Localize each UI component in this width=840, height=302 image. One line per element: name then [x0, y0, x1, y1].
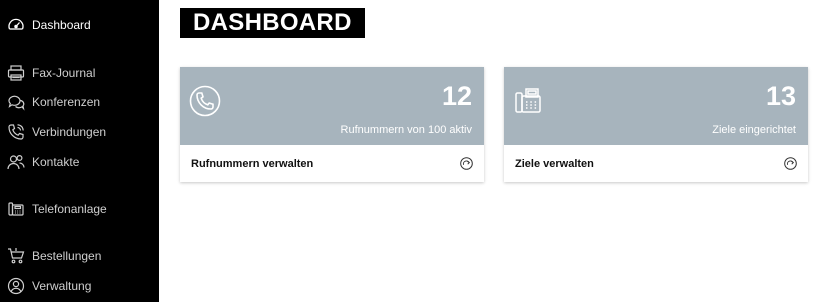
chat-bubbles-icon	[7, 93, 25, 111]
sidebar-item-label: Kontakte	[32, 155, 80, 169]
sidebar-item-dashboard[interactable]: Dashboard	[0, 12, 159, 38]
sidebar-item-label: Telefonanlage	[32, 202, 107, 216]
rufnummern-verwalten-link[interactable]: Rufnummern verwalten	[180, 145, 484, 182]
sidebar-item-fax-journal[interactable]: Fax-Journal	[0, 60, 159, 86]
phone-system-icon	[7, 200, 25, 218]
card-header: 13 Ziele eingerichtet	[504, 67, 808, 145]
speedometer-icon	[7, 16, 25, 34]
card-ziele: 13 Ziele eingerichtet Ziele verwalten	[504, 67, 808, 182]
arrow-circle-icon[interactable]	[460, 157, 473, 170]
sidebar-item-kontakte[interactable]: Kontakte	[0, 149, 159, 175]
sidebar-item-label: Dashboard	[32, 18, 91, 32]
card-count: 13	[765, 81, 796, 111]
phone-icon	[189, 85, 221, 117]
user-circle-icon	[7, 277, 25, 295]
sidebar-item-label: Bestellungen	[32, 249, 102, 263]
cart-icon	[7, 247, 25, 265]
fax-icon	[7, 64, 25, 82]
sidebar-item-bestellungen[interactable]: Bestellungen	[0, 243, 159, 269]
desk-phone-icon	[513, 85, 545, 117]
card-subtitle: Rufnummern von 100 aktiv	[340, 124, 472, 136]
main-content: DASHBOARD 12 Rufnummern von 100 aktiv Ru…	[159, 0, 840, 302]
sidebar-item-verwaltung[interactable]: Verwaltung	[0, 273, 159, 299]
sidebar-item-verbindungen[interactable]: Verbindungen	[0, 119, 159, 145]
sidebar-item-konferenzen[interactable]: Konferenzen	[0, 89, 159, 115]
sidebar-item-label: Fax-Journal	[32, 66, 96, 80]
sidebar-item-telefonanlage[interactable]: Telefonanlage	[0, 196, 159, 222]
page-title: DASHBOARD	[180, 8, 365, 38]
sidebar: Dashboard Fax-Journal Konferenzen Verbin…	[0, 0, 159, 302]
sidebar-item-label: Verwaltung	[32, 279, 92, 293]
phone-icon	[7, 123, 25, 141]
card-count: 12	[441, 81, 472, 111]
sidebar-item-label: Verbindungen	[32, 125, 107, 139]
ziele-verwalten-link[interactable]: Ziele verwalten	[504, 145, 808, 182]
card-action-label: Ziele verwalten	[515, 157, 594, 170]
card-header: 12 Rufnummern von 100 aktiv	[180, 67, 484, 145]
arrow-circle-icon[interactable]	[784, 157, 797, 170]
card-subtitle: Ziele eingerichtet	[712, 124, 796, 136]
contacts-icon	[7, 153, 25, 171]
app-root: Dashboard Fax-Journal Konferenzen Verbin…	[0, 0, 840, 302]
sidebar-item-label: Konferenzen	[32, 95, 101, 109]
card-rufnummern: 12 Rufnummern von 100 aktiv Rufnummern v…	[180, 67, 484, 182]
card-action-label: Rufnummern verwalten	[191, 157, 314, 170]
